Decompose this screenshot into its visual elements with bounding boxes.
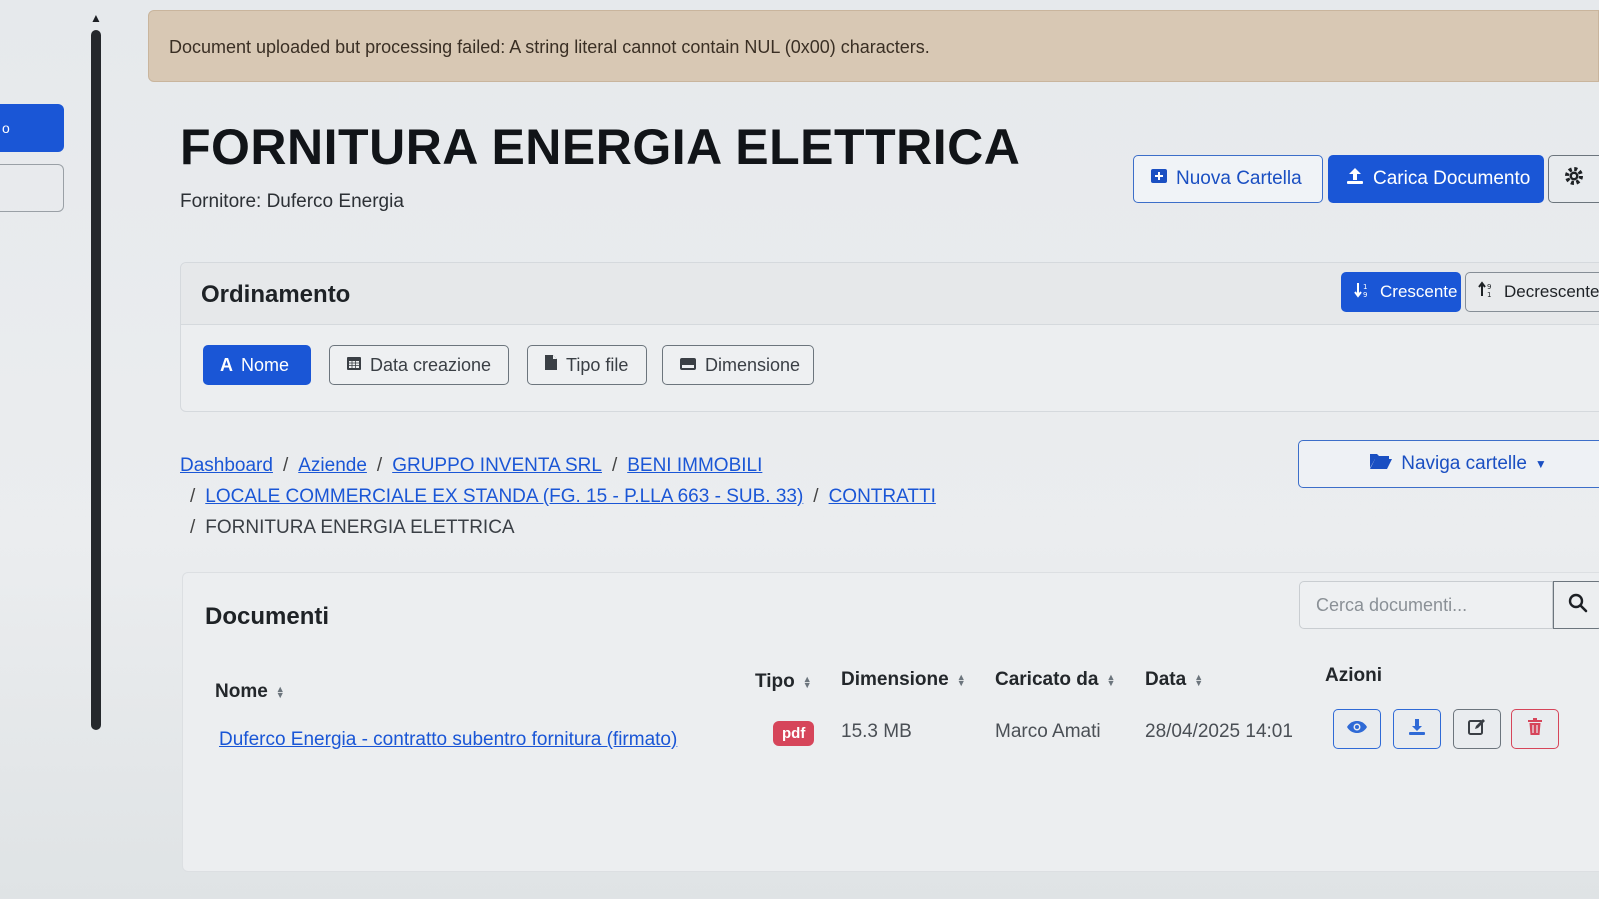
svg-text:1: 1	[1487, 291, 1491, 299]
settings-dropdown-button[interactable]	[1548, 155, 1599, 203]
file-icon	[544, 354, 558, 376]
breadcrumb-link-aziende[interactable]: Aziende	[298, 455, 367, 476]
column-header-date[interactable]: Data ▲ ▼	[1145, 669, 1203, 691]
breadcrumb-link-property[interactable]: LOCALE COMMERCIALE EX STANDA (FG. 15 - P…	[205, 486, 803, 507]
sort-by-date-button[interactable]: Data creazione	[329, 345, 509, 385]
breadcrumb-link-dashboard[interactable]: Dashboard	[180, 455, 273, 476]
column-header-uploaded-by-label: Caricato da	[995, 669, 1099, 690]
breadcrumb-link-contracts[interactable]: CONTRATTI	[829, 486, 936, 507]
column-header-type[interactable]: Tipo ▲ ▼	[755, 671, 812, 693]
breadcrumb-separator: /	[190, 486, 196, 507]
page-title: FORNITURA ENERGIA ELETTRICA	[180, 119, 1021, 175]
column-header-name-label: Nome	[215, 681, 268, 702]
sidebar-item-active[interactable]: o	[0, 104, 64, 152]
download-document-button[interactable]	[1393, 709, 1441, 749]
sort-by-name-button[interactable]: A Nome	[203, 345, 311, 385]
edit-document-button[interactable]	[1453, 709, 1501, 749]
sort-ascending-label: Crescente	[1380, 282, 1458, 301]
sort-by-date-label: Data creazione	[370, 354, 492, 375]
document-date: 28/04/2025 14:01	[1145, 721, 1293, 742]
scrollbar[interactable]: ▲	[90, 12, 102, 730]
sort-ascending-icon: 19	[1354, 281, 1372, 304]
sort-caret-icon: ▲ ▼	[1194, 672, 1204, 688]
upload-icon	[1345, 166, 1365, 192]
breadcrumb-separator: /	[813, 486, 819, 507]
file-type-badge: pdf	[773, 721, 815, 746]
sorting-card: Ordinamento 19 Crescente 91 Decrescente …	[180, 262, 1599, 412]
navigate-folders-label: Naviga cartelle	[1401, 453, 1527, 474]
search-icon	[1568, 593, 1588, 618]
view-document-button[interactable]	[1333, 709, 1381, 749]
breadcrumb-separator: /	[190, 517, 196, 538]
sidebar-item-label: o	[2, 120, 10, 136]
documents-card: Documenti Nome ▲▼ Tipo ▲▼ Dimensione ▲▼ …	[182, 572, 1599, 872]
sort-descending-label: Decrescente	[1504, 282, 1599, 301]
search-input[interactable]	[1299, 581, 1553, 629]
sort-caret-icon: ▲ ▼	[956, 672, 966, 688]
document-uploaded-by: Marco Amati	[995, 721, 1101, 742]
letter-a-icon: A	[220, 354, 233, 375]
svg-text:9: 9	[1363, 291, 1367, 299]
sidebar-item[interactable]	[0, 164, 64, 212]
upload-document-button[interactable]: Carica Documento	[1328, 155, 1544, 203]
document-name-link[interactable]: Duferco Energia - contratto subentro for…	[219, 729, 677, 751]
sort-caret-icon: ▲ ▼	[1106, 672, 1116, 688]
sort-by-type-button[interactable]: Tipo file	[527, 345, 647, 385]
scroll-up-arrow-icon[interactable]: ▲	[90, 12, 102, 24]
svg-text:9: 9	[1487, 283, 1491, 291]
column-header-date-label: Data	[1145, 669, 1187, 690]
documents-title: Documenti	[205, 603, 330, 630]
alert-message: Document uploaded but processing failed:…	[169, 37, 930, 57]
column-header-actions: Azioni	[1325, 665, 1382, 687]
sort-caret-icon: ▲ ▼	[275, 684, 285, 700]
document-size: 15.3 MB	[841, 721, 912, 742]
folder-plus-icon	[1150, 167, 1168, 191]
svg-text:1: 1	[1363, 283, 1367, 291]
column-header-size[interactable]: Dimensione ▲ ▼	[841, 669, 966, 691]
calendar-icon	[346, 355, 362, 376]
search-button[interactable]	[1553, 581, 1599, 629]
new-folder-button[interactable]: Nuova Cartella	[1133, 155, 1323, 203]
upload-label: Carica Documento	[1373, 168, 1531, 189]
sort-descending-icon: 91	[1478, 280, 1496, 304]
download-icon	[1407, 717, 1427, 742]
breadcrumb-separator: /	[282, 455, 289, 476]
document-search	[1299, 581, 1599, 629]
sort-by-size-button[interactable]: Dimensione	[662, 345, 814, 385]
gear-icon	[1563, 165, 1585, 193]
sorting-title: Ordinamento	[201, 281, 351, 308]
sort-by-type-label: Tipo file	[566, 354, 629, 375]
breadcrumb-link-company[interactable]: GRUPPO INVENTA SRL	[392, 455, 602, 476]
sort-caret-icon: ▲ ▼	[802, 674, 812, 690]
error-alert: Document uploaded but processing failed:…	[148, 10, 1599, 82]
sort-by-size-label: Dimensione	[705, 354, 801, 375]
column-header-name[interactable]: Nome ▲ ▼	[215, 681, 285, 703]
supplier-label: Fornitore: Duferco Energia	[180, 191, 404, 212]
breadcrumb-link-real-estate[interactable]: BENI IMMOBILI	[627, 455, 762, 476]
trash-icon	[1527, 717, 1543, 741]
delete-document-button[interactable]	[1511, 709, 1559, 749]
edit-icon	[1467, 717, 1487, 742]
column-header-actions-label: Azioni	[1325, 665, 1382, 686]
sort-ascending-button[interactable]: 19 Crescente	[1341, 272, 1461, 312]
breadcrumb-current: FORNITURA ENERGIA ELETTRICA	[205, 517, 515, 538]
column-header-uploaded-by[interactable]: Caricato da ▲ ▼	[995, 669, 1115, 691]
sorting-card-header: Ordinamento 19 Crescente 91 Decrescente	[181, 263, 1599, 325]
breadcrumb-separator: /	[611, 455, 618, 476]
navigate-folders-dropdown[interactable]: Naviga cartelle ▼	[1298, 440, 1599, 488]
new-folder-label: Nuova Cartella	[1176, 168, 1302, 189]
sort-descending-button[interactable]: 91 Decrescente	[1465, 272, 1599, 312]
hdd-icon	[679, 355, 697, 376]
column-header-type-label: Tipo	[755, 671, 795, 692]
caret-down-icon: ▼	[1534, 457, 1547, 471]
column-header-size-label: Dimensione	[841, 669, 949, 690]
sort-by-name-label: Nome	[241, 354, 290, 375]
scrollbar-thumb[interactable]	[91, 30, 101, 730]
eye-icon	[1346, 720, 1368, 739]
breadcrumb-separator: /	[376, 455, 383, 476]
folder-open-icon	[1369, 452, 1393, 476]
breadcrumb: Dashboard / Aziende / GRUPPO INVENTA SRL / BEN…	[180, 450, 980, 543]
